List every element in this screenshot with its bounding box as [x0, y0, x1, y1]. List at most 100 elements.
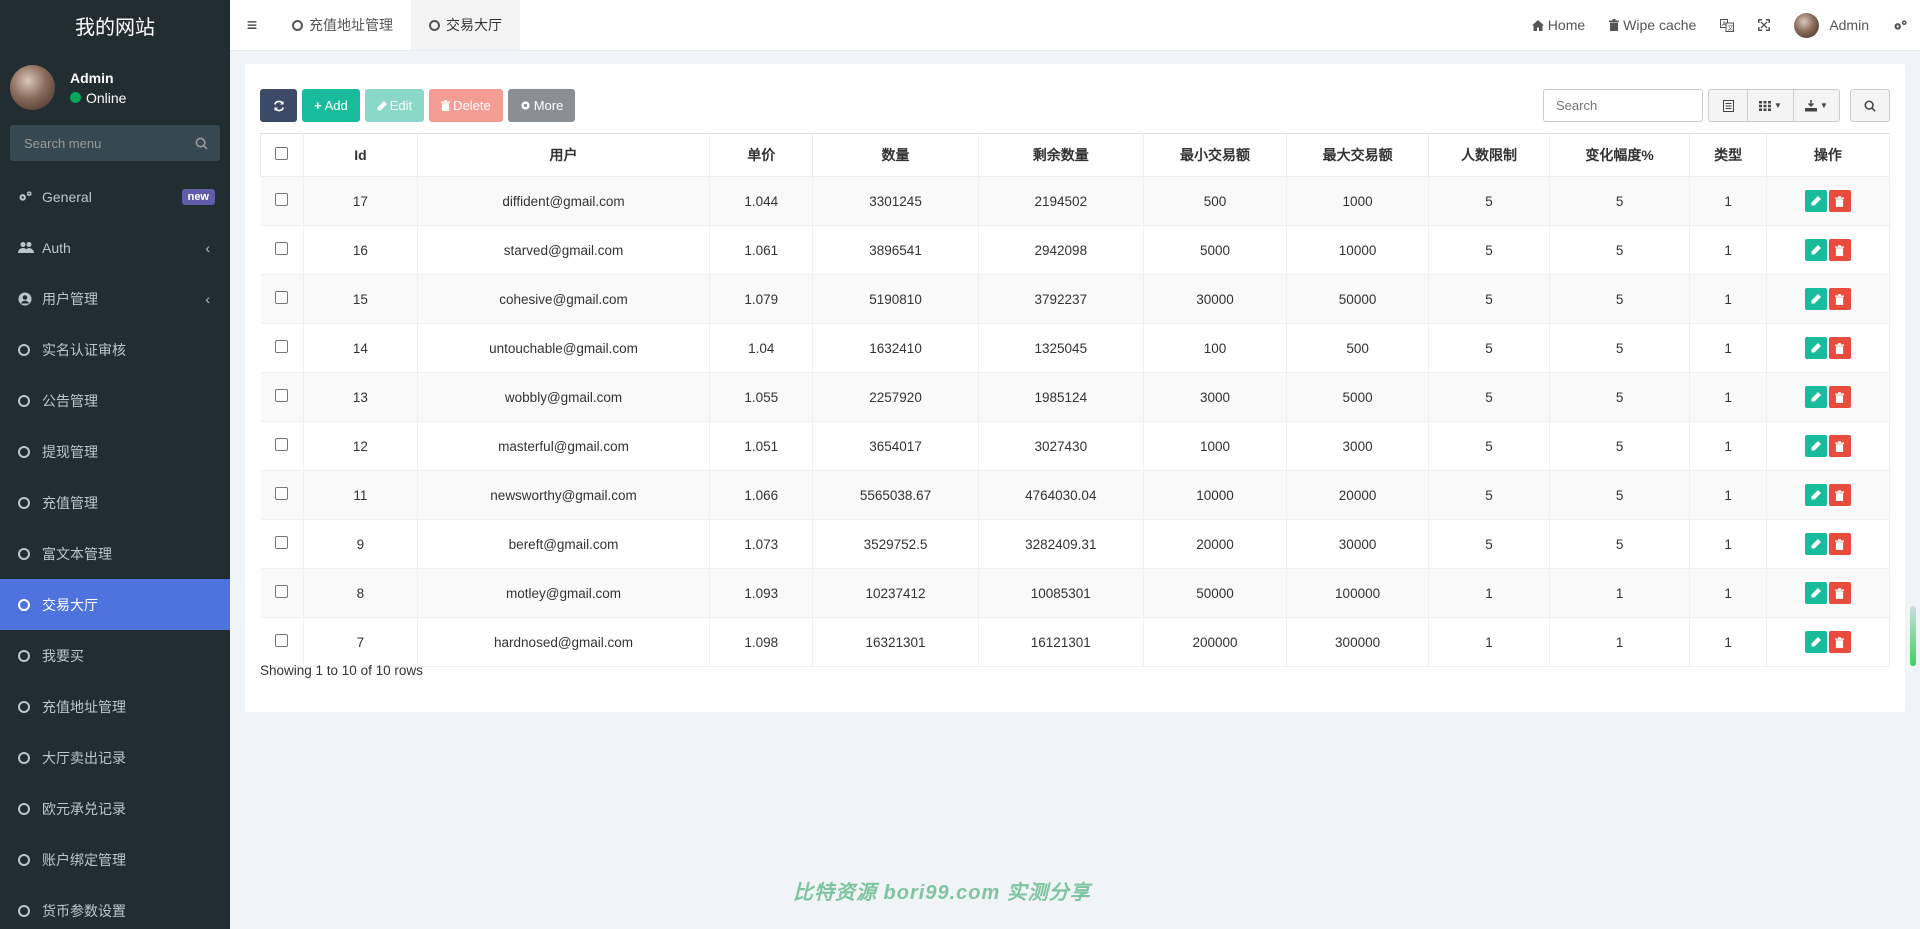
column-header[interactable]: Id: [302, 133, 418, 177]
sidebar-item-deposit-address[interactable]: 充值地址管理: [0, 681, 230, 732]
column-header[interactable]: 最小交易额: [1142, 133, 1288, 177]
menu-toggle-icon[interactable]: ≡: [230, 15, 274, 36]
row-delete-button[interactable]: [1828, 582, 1851, 604]
row-delete-button[interactable]: [1828, 484, 1851, 506]
watermark-text: 比特资源 bori99.com 实测分享: [793, 882, 1091, 904]
row-checkbox[interactable]: [275, 242, 289, 255]
sidebar-item-announcements[interactable]: 公告管理: [0, 375, 230, 426]
row-edit-button[interactable]: [1804, 337, 1827, 359]
table-cell: 5: [1428, 323, 1550, 373]
row-checkbox[interactable]: [275, 291, 289, 304]
sidebar-item-trading-hall[interactable]: 交易大厅: [0, 579, 230, 630]
row-edit-button[interactable]: [1804, 239, 1827, 261]
export-dropdown[interactable]: ▼: [1794, 89, 1840, 122]
table-search-input[interactable]: [1543, 89, 1703, 122]
home-link[interactable]: Home: [1520, 17, 1597, 33]
sidebar-item-richtext[interactable]: 富文本管理: [0, 528, 230, 579]
sidebar-item-realname-review[interactable]: 实名认证审核: [0, 324, 230, 375]
row-delete-button[interactable]: [1828, 435, 1851, 457]
row-delete-button[interactable]: [1828, 631, 1851, 653]
tab-trading-hall[interactable]: 交易大厅: [411, 0, 520, 50]
row-edit-button[interactable]: [1804, 435, 1827, 457]
row-checkbox[interactable]: [275, 340, 289, 353]
wipe-cache-button[interactable]: Wipe cache: [1597, 17, 1708, 33]
sidebar-item-general[interactable]: General new: [0, 171, 230, 222]
column-header[interactable]: 变化幅度%: [1548, 133, 1691, 177]
refresh-button[interactable]: [260, 89, 297, 122]
row-edit-button[interactable]: [1804, 533, 1827, 555]
table-cell: 4764030.04: [978, 470, 1144, 520]
columns-dropdown[interactable]: ▼: [1748, 89, 1794, 122]
row-checkbox[interactable]: [275, 536, 289, 549]
row-edit-button[interactable]: [1804, 631, 1827, 653]
trash-icon: [441, 100, 451, 111]
row-delete-button[interactable]: [1828, 190, 1851, 212]
sidebar-item-label: 账户绑定管理: [42, 851, 126, 868]
table-cell: 1325045: [978, 323, 1144, 373]
pencil-icon: [1811, 392, 1821, 402]
scrollbar[interactable]: [1910, 606, 1916, 666]
edit-button[interactable]: Edit: [364, 89, 425, 122]
column-header[interactable]: 单价: [709, 133, 814, 177]
column-header[interactable]: 最大交易额: [1286, 133, 1430, 177]
fullscreen-button[interactable]: [1746, 19, 1782, 31]
language-button[interactable]: A文: [1708, 18, 1746, 32]
search-icon[interactable]: [195, 137, 208, 150]
settings-button[interactable]: [1881, 19, 1920, 32]
sidebar-item-currency-settings[interactable]: 货币参数设置: [0, 885, 230, 929]
sidebar-item-hall-sales[interactable]: 大厅卖出记录: [0, 732, 230, 783]
admin-menu[interactable]: Admin: [1782, 12, 1881, 38]
circle-icon: [18, 598, 30, 611]
sidebar-item-account-binding[interactable]: 账户绑定管理: [0, 834, 230, 885]
row-delete-button[interactable]: [1828, 288, 1851, 310]
table-row: 9 bereft@gmail.com 1.073 3529752.5 3282409.3…: [260, 519, 1891, 569]
row-checkbox[interactable]: [275, 634, 289, 647]
data-table: Id 用户 单价 数量 剩余数量 最小交易额 最大交易额 人数限制 变化幅度% …: [260, 133, 1891, 667]
table-cell: 1000: [1286, 176, 1430, 226]
select-all-checkbox[interactable]: [275, 147, 289, 160]
column-header[interactable]: 类型: [1689, 133, 1767, 177]
row-checkbox[interactable]: [275, 487, 289, 500]
column-header[interactable]: 用户: [416, 133, 711, 177]
row-delete-button[interactable]: [1828, 533, 1851, 555]
advanced-search-button[interactable]: [1850, 89, 1890, 122]
tab-deposit-address[interactable]: 充值地址管理: [274, 0, 411, 50]
table-cell: 1.079: [709, 274, 814, 324]
row-select-cell: [260, 274, 304, 324]
row-checkbox[interactable]: [275, 193, 289, 206]
column-header[interactable]: 剩余数量: [977, 133, 1144, 177]
sidebar-item-user-management[interactable]: 用户管理 ‹: [0, 273, 230, 324]
row-delete-button[interactable]: [1828, 386, 1851, 408]
sidebar-item-withdrawals[interactable]: 提现管理: [0, 426, 230, 477]
row-delete-button[interactable]: [1828, 239, 1851, 261]
column-header[interactable]: 人数限制: [1428, 133, 1550, 177]
more-button[interactable]: More: [507, 89, 576, 122]
row-edit-button[interactable]: [1804, 190, 1827, 212]
table-cell: 1: [1689, 372, 1767, 422]
sidebar-item-euro-acceptance[interactable]: 欧元承兑记录: [0, 783, 230, 834]
sidebar-item-auth[interactable]: Auth ‹: [0, 222, 230, 273]
row-edit-button[interactable]: [1804, 582, 1827, 604]
row-edit-button[interactable]: [1804, 386, 1827, 408]
row-checkbox[interactable]: [275, 389, 289, 402]
row-edit-button[interactable]: [1804, 288, 1827, 310]
sidebar-item-deposits[interactable]: 充值管理: [0, 477, 230, 528]
sidebar-item-buy[interactable]: 我要买: [0, 630, 230, 681]
column-header[interactable]: 数量: [812, 133, 979, 177]
row-checkbox[interactable]: [275, 438, 289, 451]
site-logo[interactable]: 我的网站: [0, 0, 230, 50]
toggle-view-button[interactable]: [1708, 89, 1748, 122]
trash-icon: [1835, 538, 1845, 550]
row-checkbox[interactable]: [275, 585, 289, 598]
row-edit-button[interactable]: [1804, 484, 1827, 506]
sidebar-search: [10, 125, 220, 161]
circle-icon: [18, 751, 30, 764]
delete-button[interactable]: Delete: [429, 89, 503, 122]
pencil-icon: [1811, 294, 1821, 304]
table-cell: starved@gmail.com: [417, 225, 711, 275]
add-button[interactable]: + Add: [302, 89, 360, 122]
search-menu-input[interactable]: [22, 134, 176, 152]
table-cell: 5: [1549, 519, 1691, 569]
cog-icon: [521, 101, 530, 110]
row-delete-button[interactable]: [1828, 337, 1851, 359]
